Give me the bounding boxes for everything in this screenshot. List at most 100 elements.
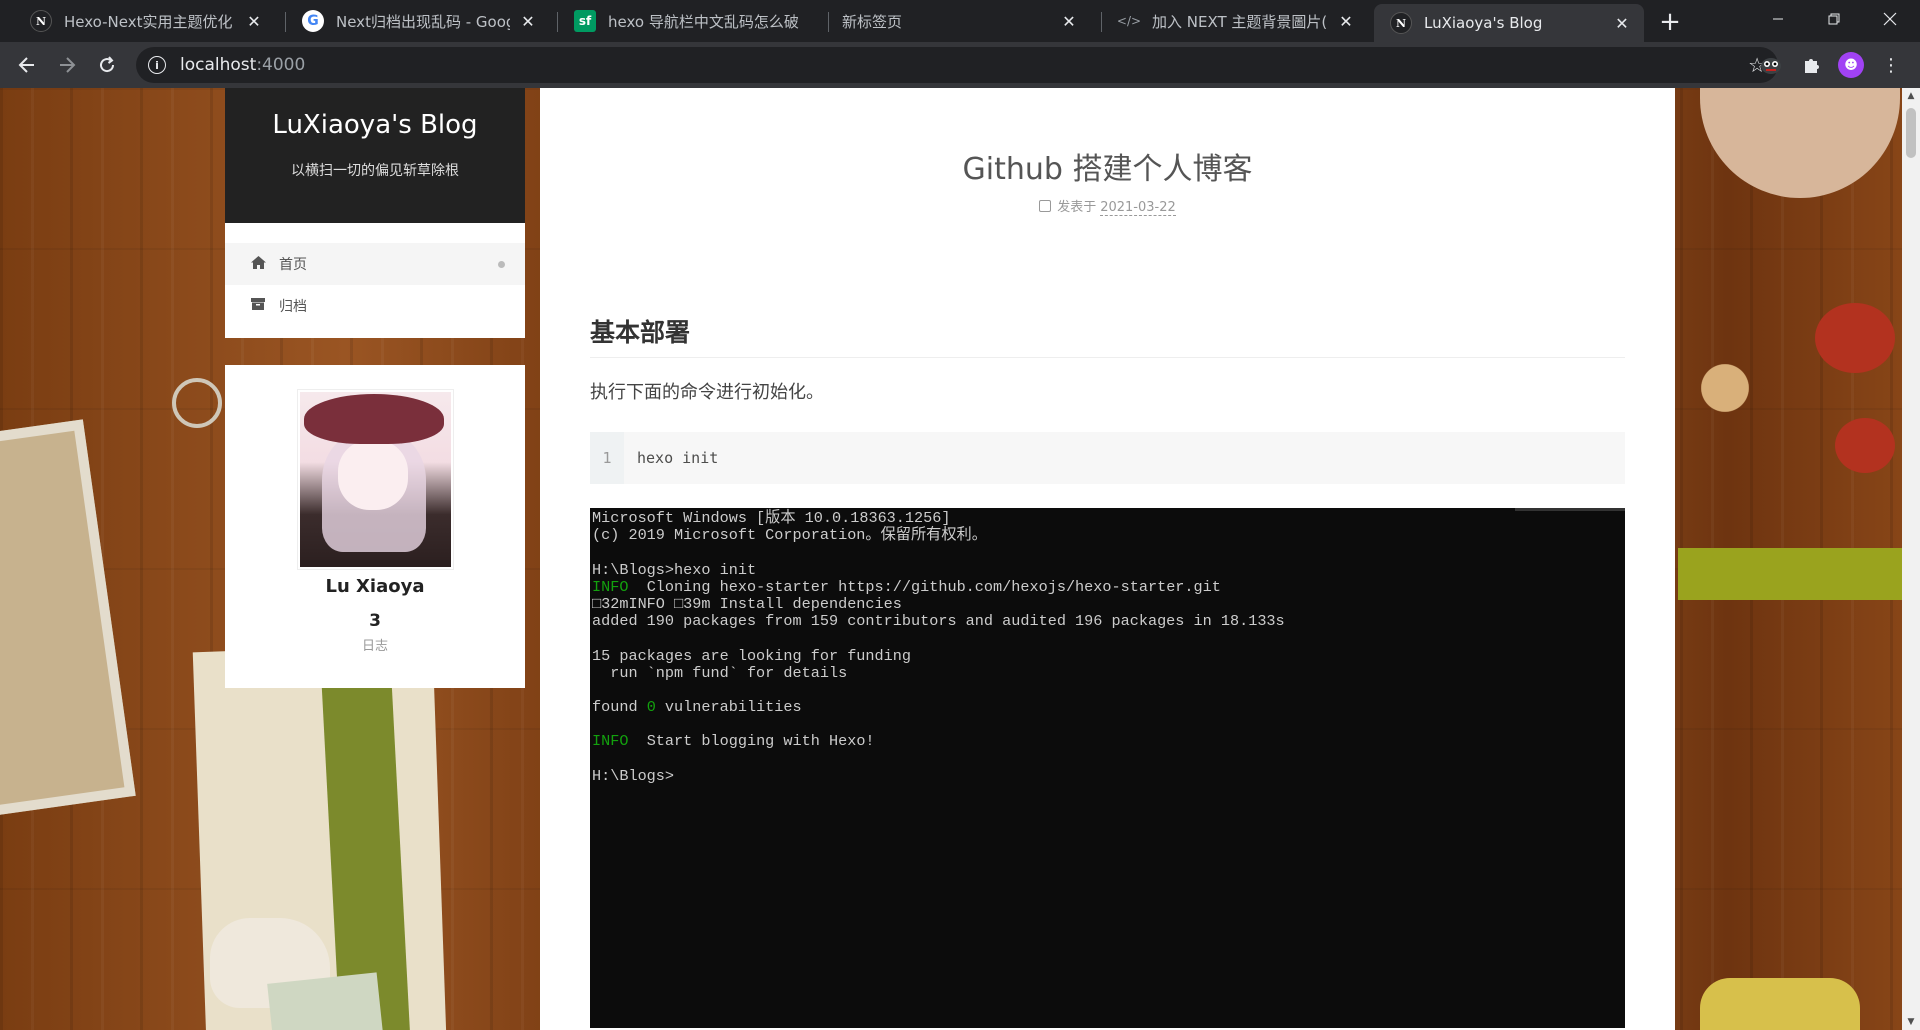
terminal-line-text: H:\Blogs>hexo init: [592, 560, 757, 579]
terminal-line-text: vulnerabilities: [655, 698, 802, 717]
background-bike-decoration: [172, 378, 222, 428]
tab-hexo-next-optimization[interactable]: N Hexo-Next实用主题优化 | H ✕: [14, 0, 276, 42]
next-favicon-icon: N: [30, 10, 52, 32]
posts-count-label[interactable]: 日志: [225, 635, 525, 654]
scroll-down-arrow-icon[interactable]: ▼: [1902, 1014, 1920, 1030]
post-meta-label: 发表于: [1057, 200, 1097, 215]
background-banknote-decoration: [267, 972, 383, 1030]
terminal-scrollbar-hint: [1515, 508, 1625, 511]
page-viewport: LuXiaoya's Blog 以横扫一切的偏见斩草除根 首页 归档 Lu Xi…: [0, 88, 1920, 1030]
terminal-line: INFO Cloning hexo-starter https://github…: [592, 577, 1623, 596]
close-window-button[interactable]: [1862, 0, 1918, 38]
profile-avatar[interactable]: ☻: [1836, 50, 1866, 80]
calendar-icon: [1039, 200, 1052, 212]
restore-icon: [1828, 13, 1840, 25]
post-title: Github 搭建个人博客: [962, 152, 1253, 187]
terminal-line-text: run `npm fund` for details: [592, 663, 848, 682]
menu-item-archive[interactable]: 归档: [225, 285, 525, 327]
forward-button[interactable]: [52, 50, 82, 80]
close-icon[interactable]: ✕: [244, 11, 264, 31]
menu-item-label: 归档: [279, 299, 307, 315]
author-overview-card: Lu Xiaoya 3 日志: [225, 365, 525, 688]
code-block: 1 hexo init: [590, 432, 1625, 484]
reload-icon: [100, 56, 115, 73]
tab-strip: N Hexo-Next实用主题优化 | H ✕ G Next归档出现乱码 - G…: [0, 0, 1920, 42]
code-content: hexo init: [637, 449, 719, 467]
post-article: Github 搭建个人博客 发表于 2021-03-22 基本部署 执行下面的命令…: [540, 88, 1675, 1030]
terminal-line: INFO Start blogging with Hexo!: [592, 733, 1623, 750]
terminal-line-text: Cloning hexo-starter https://github.com/…: [628, 577, 1221, 596]
minimize-icon: [1773, 18, 1783, 20]
restore-button[interactable]: [1806, 0, 1862, 38]
google-favicon-icon: G: [302, 10, 324, 32]
avatar-icon: ☻: [1838, 52, 1864, 78]
site-menu: 首页 归档: [225, 223, 525, 338]
tab-new-tab[interactable]: 新标签页 ✕: [826, 0, 1091, 42]
minimize-button[interactable]: [1750, 0, 1806, 38]
reload-button[interactable]: [92, 50, 122, 80]
tab-luxiaoya-blog[interactable]: N LuXiaoya's Blog ✕: [1374, 4, 1644, 42]
close-icon[interactable]: ✕: [1059, 11, 1079, 31]
background-stripe-decoration: [1678, 548, 1908, 600]
terminal-line: Microsoft Windows [版本 10.0.18363.1256]: [592, 509, 1623, 527]
terminal-line-text: added 190 packages from 159 contributors…: [592, 612, 1285, 631]
terminal-line-text: (c) 2019 Microsoft Corporation。保留所有权利。: [592, 526, 987, 545]
terminal-highlight: 0: [646, 698, 656, 717]
new-tab-button[interactable]: +: [1656, 7, 1684, 37]
code-favicon-icon: </>: [1116, 14, 1142, 28]
terminal-line-text: H:\Blogs>: [592, 766, 675, 785]
page-scrollbar[interactable]: ▲ ▼: [1902, 88, 1920, 1030]
site-brand-header: LuXiaoya's Blog 以横扫一切的偏见斩草除根: [225, 88, 525, 223]
background-toy-car-decoration: [1700, 978, 1860, 1030]
terminal-info-prefix: INFO: [592, 732, 629, 751]
archive-icon: [251, 298, 267, 314]
address-bar[interactable]: i localhost:4000 ☆: [136, 47, 1778, 83]
background-photo-decoration: [0, 419, 136, 817]
close-icon[interactable]: ✕: [1612, 13, 1632, 33]
extension-monster-icon[interactable]: [1756, 50, 1786, 80]
info-icon[interactable]: i: [148, 56, 166, 74]
terminal-line: H:\Blogs>: [592, 766, 1623, 785]
tab-title: Next归档出现乱码 - Google: [336, 12, 510, 31]
posts-count[interactable]: 3: [225, 611, 525, 631]
terminal-line: run `npm fund` for details: [592, 663, 1623, 682]
post-date[interactable]: 2021-03-22: [1100, 200, 1176, 216]
terminal-line-text: 15 packages are looking for funding: [592, 646, 911, 665]
home-icon: [251, 255, 267, 273]
author-avatar-image: [299, 392, 451, 567]
close-icon[interactable]: ✕: [1336, 11, 1356, 31]
tab-segmentfault[interactable]: sf hexo 导航栏中文乱码怎么破: [558, 0, 822, 42]
tab-title: LuXiaoya's Blog: [1424, 14, 1543, 32]
menu-dots-icon[interactable]: ⋮: [1876, 50, 1906, 80]
arrow-right-icon: [60, 57, 76, 73]
url-text: localhost:4000: [180, 55, 306, 75]
scroll-up-arrow-icon[interactable]: ▲: [1902, 88, 1920, 104]
menu-item-home[interactable]: 首页: [225, 243, 525, 285]
close-icon: [1883, 12, 1897, 26]
tab-title: hexo 导航栏中文乱码怎么破: [608, 12, 799, 31]
extensions-puzzle-icon[interactable]: [1796, 50, 1826, 80]
terminal-line: added 190 packages from 159 contributors…: [592, 613, 1623, 630]
tab-next-background[interactable]: </> 加入 NEXT 主题背景圖片(NE ✕: [1102, 0, 1368, 42]
post-meta: 发表于 2021-03-22: [540, 196, 1675, 216]
tab-title: Hexo-Next实用主题优化 | H: [64, 12, 236, 31]
author-name: Lu Xiaoya: [325, 576, 425, 597]
author-avatar: [296, 389, 454, 570]
terminal-line-text: found: [592, 698, 647, 717]
tab-google-search[interactable]: G Next归档出现乱码 - Google ✕: [286, 0, 550, 42]
site-subtitle: 以横扫一切的偏见斩草除根: [291, 163, 459, 179]
paragraph-text: 执行下面的命令进行初始化。: [590, 382, 824, 403]
site-title[interactable]: LuXiaoya's Blog: [225, 110, 525, 140]
back-button[interactable]: [12, 50, 42, 80]
browser-toolbar: i localhost:4000 ☆ ☻ ⋮: [0, 42, 1920, 88]
scrollbar-thumb[interactable]: [1906, 108, 1916, 158]
terminal-info-prefix: INFO: [592, 577, 629, 596]
background-mushroom-decoration: [1815, 303, 1895, 373]
terminal-line: □32mINFO □39m Install dependencies: [592, 595, 1623, 613]
active-indicator-dot: [498, 261, 505, 268]
close-icon[interactable]: ✕: [518, 11, 538, 31]
segmentfault-favicon-icon: sf: [574, 10, 596, 32]
